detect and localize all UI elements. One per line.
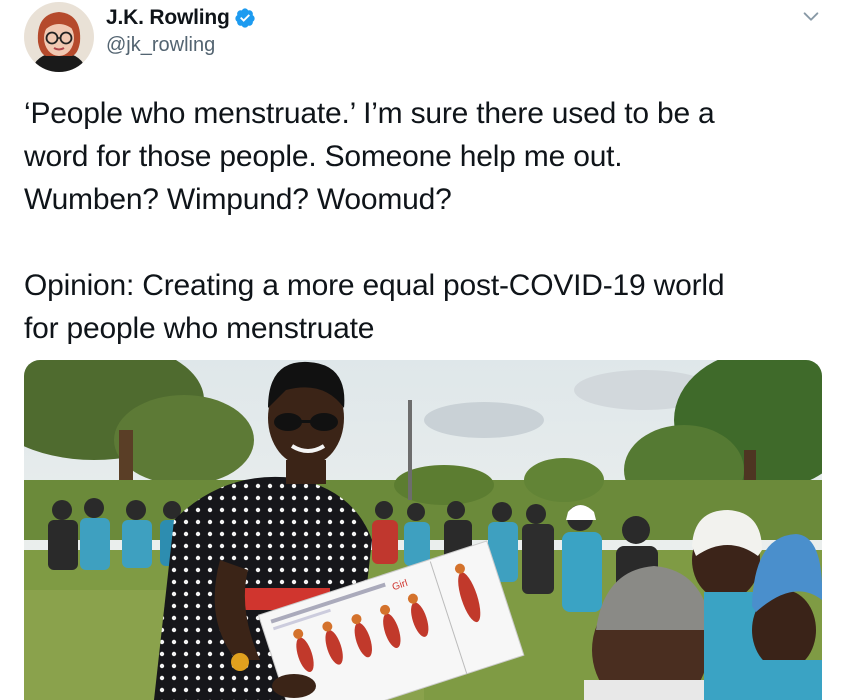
- profile-photo-icon: [24, 2, 94, 72]
- tweet-photo[interactable]: Girl: [24, 360, 822, 700]
- author-name[interactable]: J.K. Rowling: [106, 6, 230, 30]
- author-info[interactable]: J.K. Rowling @jk_rowling: [106, 6, 256, 57]
- author-handle[interactable]: @jk_rowling: [106, 34, 256, 57]
- verified-badge-icon: [234, 8, 255, 28]
- photo-illustration: Girl: [24, 360, 822, 700]
- author-name-row: J.K. Rowling: [106, 6, 256, 30]
- author-avatar[interactable]: [24, 2, 94, 72]
- tweet-text: ‘People who menstruate.’ I’m sure there …: [24, 97, 725, 345]
- chevron-down-icon[interactable]: [800, 6, 822, 28]
- tweet-card: J.K. Rowling @jk_rowling ‘People who men…: [0, 0, 844, 700]
